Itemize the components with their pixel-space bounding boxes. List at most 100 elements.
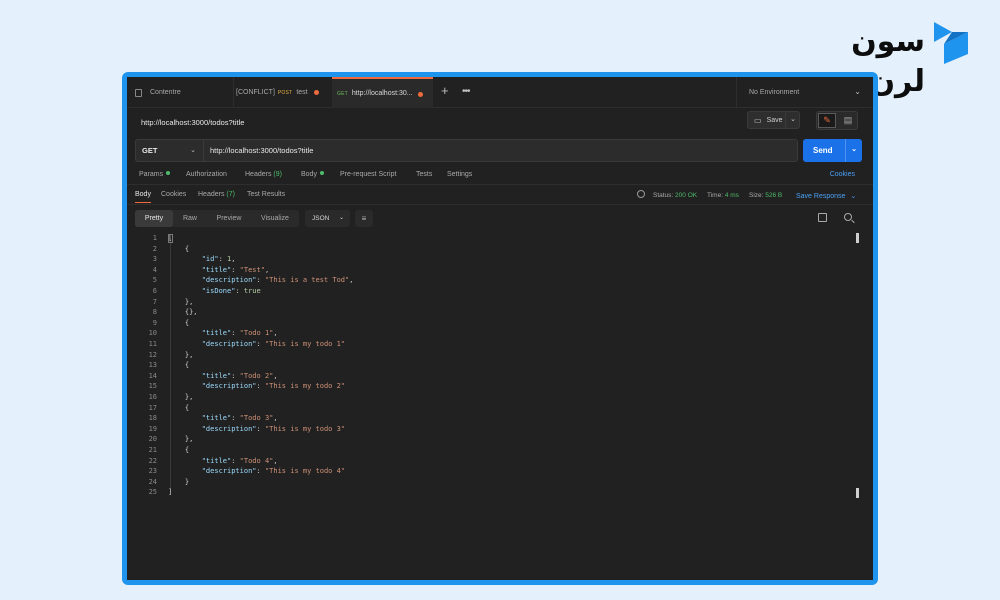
search-icon[interactable] xyxy=(844,213,852,221)
tab-headers-label: Headers xyxy=(245,171,272,178)
code-text: }, xyxy=(168,350,194,359)
code-text: "isDone": true xyxy=(168,287,261,295)
line-number: 25 xyxy=(148,488,157,497)
tab-label: http://localhost:30... xyxy=(351,90,413,97)
chevron-down-icon: ⌄ xyxy=(850,193,857,200)
code-line: 14 "title": "Todo 2", xyxy=(127,371,847,382)
copy-icon[interactable] xyxy=(818,213,827,222)
code-text: { xyxy=(168,318,190,327)
line-number: 7 xyxy=(152,297,157,306)
tab-tests[interactable]: Tests xyxy=(416,171,432,178)
code-text: { xyxy=(168,446,190,454)
more-tabs-icon[interactable]: ••• xyxy=(462,86,470,97)
code-line: 11 "description": "This is my todo 1" xyxy=(127,339,847,350)
globe-icon[interactable] xyxy=(637,190,645,198)
line-number: 5 xyxy=(152,276,157,285)
scroll-marker[interactable] xyxy=(856,488,859,498)
code-text: "title": "Todo 1", xyxy=(168,329,278,338)
line-number: 15 xyxy=(148,382,157,391)
documentation-icon[interactable]: ▤ xyxy=(841,114,855,127)
code-line: 18 "title": "Todo 3", xyxy=(127,413,847,424)
request-title[interactable]: http://localhost:3000/todos?title xyxy=(141,118,244,127)
chevron-down-icon: ⌄ xyxy=(854,87,861,96)
new-tab-plus-icon[interactable]: + xyxy=(441,83,449,98)
save-label: Save xyxy=(766,116,783,124)
response-tab-headers[interactable]: Headers (7) xyxy=(198,191,235,198)
code-line: 2 { xyxy=(127,244,847,255)
tab-headers[interactable]: Headers (9) xyxy=(245,171,282,178)
code-line: 23 "description": "This is my todo 4" xyxy=(127,466,847,477)
environment-selector[interactable]: No Environment ⌄ xyxy=(736,77,873,108)
chevron-down-icon[interactable]: ⌄ xyxy=(851,145,857,153)
code-text: "title": "Todo 2", xyxy=(168,371,278,380)
save-response-button[interactable]: Save Response ⌄ xyxy=(796,192,856,200)
code-line: 21 { xyxy=(127,445,847,456)
chevron-down-icon[interactable]: ⌄ xyxy=(790,115,796,123)
method-select[interactable]: GET ⌄ xyxy=(135,139,204,162)
line-number: 4 xyxy=(152,265,157,274)
status-value: 200 OK xyxy=(675,192,698,199)
line-number: 13 xyxy=(148,361,157,370)
response-tab-body[interactable]: Body xyxy=(135,191,151,203)
line-number: 24 xyxy=(148,477,157,486)
time-label: Time: xyxy=(707,192,724,199)
code-text: {}, xyxy=(168,308,198,317)
code-line: 17 { xyxy=(127,403,847,414)
line-number: 22 xyxy=(148,456,157,465)
tab-params[interactable]: Params xyxy=(139,171,171,178)
line-number: 1 xyxy=(152,234,157,242)
size-info: Size: 526 B xyxy=(749,192,782,199)
code-text: "title": "Todo 3", xyxy=(168,414,278,423)
code-line: 12 }, xyxy=(127,350,847,361)
divider xyxy=(845,139,846,162)
line-number: 17 xyxy=(148,403,157,412)
view-preview[interactable]: Preview xyxy=(207,210,251,227)
tab-settings[interactable]: Settings xyxy=(447,171,472,178)
environment-label: No Environment xyxy=(749,89,800,96)
code-line: 24 } xyxy=(127,477,847,488)
tab-conflict-test[interactable]: [CONFLICT] POST test xyxy=(233,77,329,108)
code-text: }, xyxy=(168,297,194,306)
logo-mark-icon xyxy=(934,22,968,64)
code-text: }, xyxy=(168,435,194,444)
code-text: { xyxy=(168,244,190,253)
response-tab-cookies[interactable]: Cookies xyxy=(161,191,186,198)
line-number: 23 xyxy=(148,467,157,476)
tab-body[interactable]: Body xyxy=(301,171,324,178)
code-line: 25] xyxy=(127,487,847,498)
request-title-row: http://localhost:3000/todos?title ▭ Save… xyxy=(127,108,873,136)
tab-authorization[interactable]: Authorization xyxy=(186,171,227,178)
view-raw[interactable]: Raw xyxy=(173,210,207,227)
view-pretty[interactable]: Pretty xyxy=(135,210,173,227)
save-button[interactable]: ▭ Save ⌄ xyxy=(747,111,800,129)
tab-contentre[interactable]: Contentre xyxy=(135,77,229,108)
code-line: 22 "title": "Todo 4", xyxy=(127,456,847,467)
response-tab-test-results[interactable]: Test Results xyxy=(247,191,285,198)
send-button[interactable]: Send ⌄ xyxy=(803,139,862,162)
headers-count: (9) xyxy=(273,171,282,178)
code-text: } xyxy=(168,477,190,486)
code-text: ] xyxy=(168,488,173,497)
tab-method: GET xyxy=(337,90,348,97)
scroll-marker[interactable] xyxy=(856,233,859,243)
url-input[interactable] xyxy=(204,139,798,162)
response-body-code[interactable]: 1[2 {3 "id": 1, 4 "title": "Test", 5 "desc… xyxy=(127,233,873,503)
tab-prefix: [CONFLICT] xyxy=(236,89,275,96)
view-toggle-group: ✎ ▤ xyxy=(816,111,858,130)
bracket-match-box xyxy=(168,234,173,243)
cookies-link[interactable]: Cookies xyxy=(830,171,855,178)
wrap-lines-icon[interactable]: ≡ xyxy=(355,210,373,227)
format-value: JSON xyxy=(312,215,330,222)
chevron-down-icon: ⌄ xyxy=(190,147,196,154)
save-icon: ▭ xyxy=(754,115,762,125)
line-number: 6 xyxy=(152,287,157,295)
pencil-icon[interactable]: ✎ xyxy=(818,113,836,128)
code-text: "description": "This is my todo 1" xyxy=(168,340,346,348)
format-select[interactable]: JSON ⌄ xyxy=(305,210,350,227)
active-dot-icon xyxy=(319,171,324,175)
line-number: 2 xyxy=(152,244,157,253)
view-visualize[interactable]: Visualize xyxy=(251,210,299,227)
tab-localhost[interactable]: GET http://localhost:30... xyxy=(332,77,433,108)
tab-pre-request-script[interactable]: Pre-request Script xyxy=(340,171,396,178)
method-value: GET xyxy=(142,146,158,155)
